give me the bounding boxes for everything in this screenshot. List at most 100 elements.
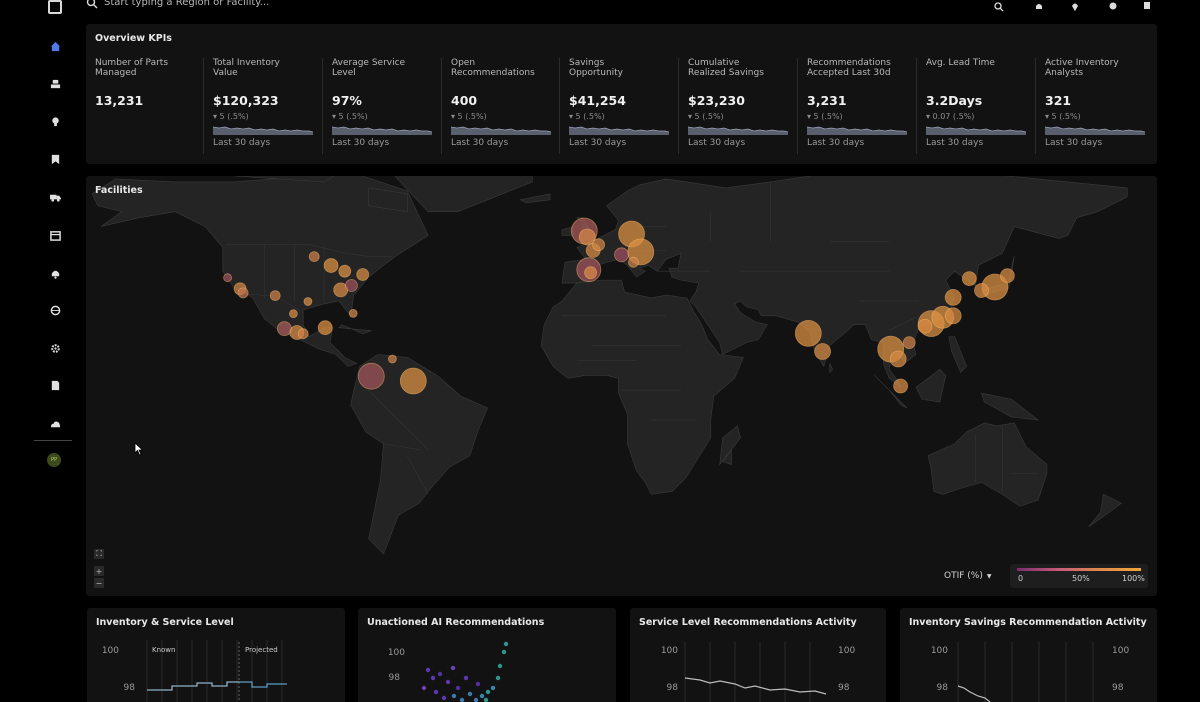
- notification-icon[interactable]: [1034, 0, 1044, 9]
- facility-marker[interactable]: [614, 247, 629, 263]
- sidebar-item-calendar[interactable]: [49, 229, 61, 241]
- recommendation-point[interactable]: [445, 679, 451, 685]
- recommendation-point[interactable]: [451, 693, 457, 699]
- sidebar-item-gear[interactable]: [49, 342, 61, 354]
- facility-marker[interactable]: [276, 321, 292, 337]
- facility-marker[interactable]: [223, 273, 233, 283]
- search-input[interactable]: [104, 0, 404, 8]
- kpi-tile[interactable]: Savings Opportunity $41,254 ▾ 5 (.5%) Last …: [569, 58, 679, 158]
- recommendation-point[interactable]: [490, 685, 496, 691]
- recommendation-point[interactable]: [497, 663, 503, 669]
- facility-marker[interactable]: [237, 287, 249, 299]
- kpi-tile[interactable]: Number of Parts Managed 13,231: [95, 58, 205, 158]
- kpi-value: 97%: [332, 93, 362, 108]
- facility-marker[interactable]: [387, 354, 397, 364]
- recommendation-point[interactable]: [467, 691, 473, 697]
- sidebar-item-lightbulb[interactable]: [49, 115, 61, 127]
- facility-marker[interactable]: [944, 307, 962, 325]
- unactioned-recommendations-chart[interactable]: 100 98: [358, 608, 616, 702]
- recommendation-point[interactable]: [485, 689, 491, 695]
- sidebar-item-document[interactable]: [49, 379, 61, 391]
- location-icon[interactable]: [1070, 0, 1080, 11]
- kpi-tile[interactable]: Average Service Level 97% ▾ 5 (.5%) Last 30…: [332, 58, 442, 158]
- facility-marker[interactable]: [794, 319, 822, 347]
- recommendation-point[interactable]: [437, 671, 443, 677]
- facility-marker[interactable]: [893, 378, 908, 394]
- facility-marker[interactable]: [902, 336, 916, 350]
- recommendation-point[interactable]: [425, 667, 431, 673]
- facility-marker[interactable]: [399, 367, 427, 395]
- facility-marker[interactable]: [1000, 268, 1015, 284]
- inventory-service-chart[interactable]: 100 98 Known Projected: [87, 608, 345, 702]
- facility-marker[interactable]: [889, 350, 907, 368]
- kpi-delta: ▾ 5 (.5%): [569, 112, 605, 121]
- sidebar-item-bell[interactable]: [49, 267, 61, 279]
- sidebar-item-globe[interactable]: [49, 304, 61, 316]
- facility-marker[interactable]: [917, 318, 933, 334]
- facility-marker[interactable]: [584, 266, 598, 280]
- zoom-out-button[interactable]: −: [94, 578, 104, 588]
- facility-marker[interactable]: [323, 258, 339, 273]
- kpi-delta: ▾ 0.07 (.5%): [926, 112, 975, 121]
- fullscreen-button[interactable]: ⛶: [94, 549, 104, 559]
- facility-marker[interactable]: [344, 279, 358, 292]
- kpi-value: 321: [1045, 93, 1072, 108]
- facility-marker[interactable]: [308, 251, 320, 262]
- recommendation-point[interactable]: [495, 675, 501, 681]
- facility-marker[interactable]: [814, 343, 831, 360]
- kpi-tile[interactable]: Total Inventory Value $120,323 ▾ 5 (.5%) La…: [213, 58, 323, 158]
- recommendation-point[interactable]: [473, 697, 479, 702]
- facility-marker[interactable]: [317, 320, 333, 336]
- kpi-tile[interactable]: Active Inventory Analysts 321 ▾ 5 (.5%) Las…: [1045, 58, 1155, 158]
- recommendation-point[interactable]: [459, 697, 465, 702]
- sidebar-item-bookmark[interactable]: [49, 153, 61, 165]
- recommendation-point[interactable]: [479, 693, 485, 699]
- sidebar-item-home[interactable]: [49, 40, 61, 52]
- world-map[interactable]: [86, 176, 1157, 596]
- facility-marker[interactable]: [356, 268, 370, 281]
- user-icon[interactable]: [1142, 0, 1152, 9]
- recommendation-point[interactable]: [475, 681, 481, 687]
- facility-marker[interactable]: [269, 290, 281, 301]
- facility-marker[interactable]: [303, 297, 313, 306]
- kpi-tile[interactable]: Avg. Lead Time 3.2Days ▾ 0.07 (.5%) Last 30…: [926, 58, 1036, 158]
- kpi-tile[interactable]: Recommendations Accepted Last 30d 3,231 ▾ …: [807, 58, 917, 158]
- facility-marker[interactable]: [974, 283, 989, 298]
- kpi-tile[interactable]: Cumulative Realized Savings $23,230 ▾ 5 (.…: [688, 58, 798, 158]
- recommendation-point[interactable]: [483, 697, 489, 702]
- app-logo[interactable]: [48, 0, 62, 14]
- facility-marker[interactable]: [348, 308, 358, 318]
- facility-marker[interactable]: [944, 289, 962, 306]
- kpi-period: Last 30 days: [451, 138, 509, 148]
- metric-dropdown[interactable]: OTIF (%) ▼: [940, 565, 995, 587]
- facility-marker[interactable]: [357, 362, 385, 390]
- kpi-tile[interactable]: Open Recommendations 400 ▾ 5 (.5%) Last 30 …: [451, 58, 561, 158]
- recommendation-point[interactable]: [463, 675, 469, 681]
- recommendation-point[interactable]: [455, 685, 461, 691]
- search-icon[interactable]: [994, 0, 1004, 12]
- recommendation-point[interactable]: [501, 649, 507, 655]
- facility-marker[interactable]: [961, 271, 977, 286]
- recommendation-point[interactable]: [450, 665, 456, 671]
- sidebar-item-truck[interactable]: [49, 191, 61, 203]
- facility-marker[interactable]: [288, 309, 298, 319]
- inventory-savings-activity-chart[interactable]: 100 98 100 98: [900, 608, 1157, 702]
- inventory-service-level-panel: Inventory & Service Level 100 98 Known P…: [87, 608, 345, 702]
- facility-marker[interactable]: [338, 264, 352, 278]
- recommendation-point[interactable]: [433, 689, 439, 695]
- service-level-activity-chart[interactable]: 100 98 100 98: [630, 608, 886, 702]
- sidebar-item-cloud[interactable]: [49, 418, 61, 430]
- recommendation-point[interactable]: [421, 685, 427, 691]
- sidebar-item-inventory[interactable]: [49, 78, 61, 90]
- facility-marker[interactable]: [628, 256, 639, 268]
- avatar[interactable]: PP: [47, 453, 61, 467]
- recommendation-point[interactable]: [430, 675, 436, 681]
- facility-marker[interactable]: [592, 238, 605, 252]
- kpi-value: $23,230: [688, 93, 745, 108]
- help-icon[interactable]: [1108, 0, 1118, 10]
- recommendation-point[interactable]: [441, 695, 447, 701]
- facility-marker[interactable]: [297, 328, 309, 340]
- recommendation-point[interactable]: [503, 641, 509, 647]
- kpi-sparkline: [1045, 126, 1145, 135]
- zoom-in-button[interactable]: +: [94, 566, 104, 576]
